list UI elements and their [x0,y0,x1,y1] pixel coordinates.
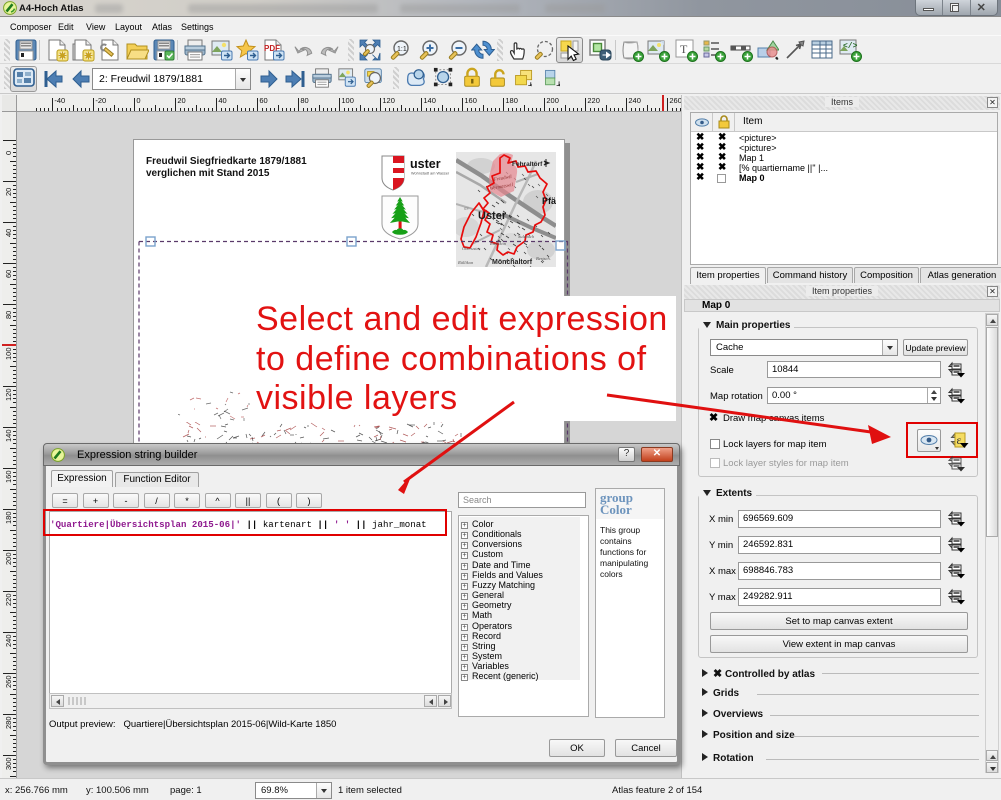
svg-text:</>: </> [843,42,858,51]
svg-text:T: T [680,42,688,56]
svg-text:1:1: 1:1 [397,46,407,53]
